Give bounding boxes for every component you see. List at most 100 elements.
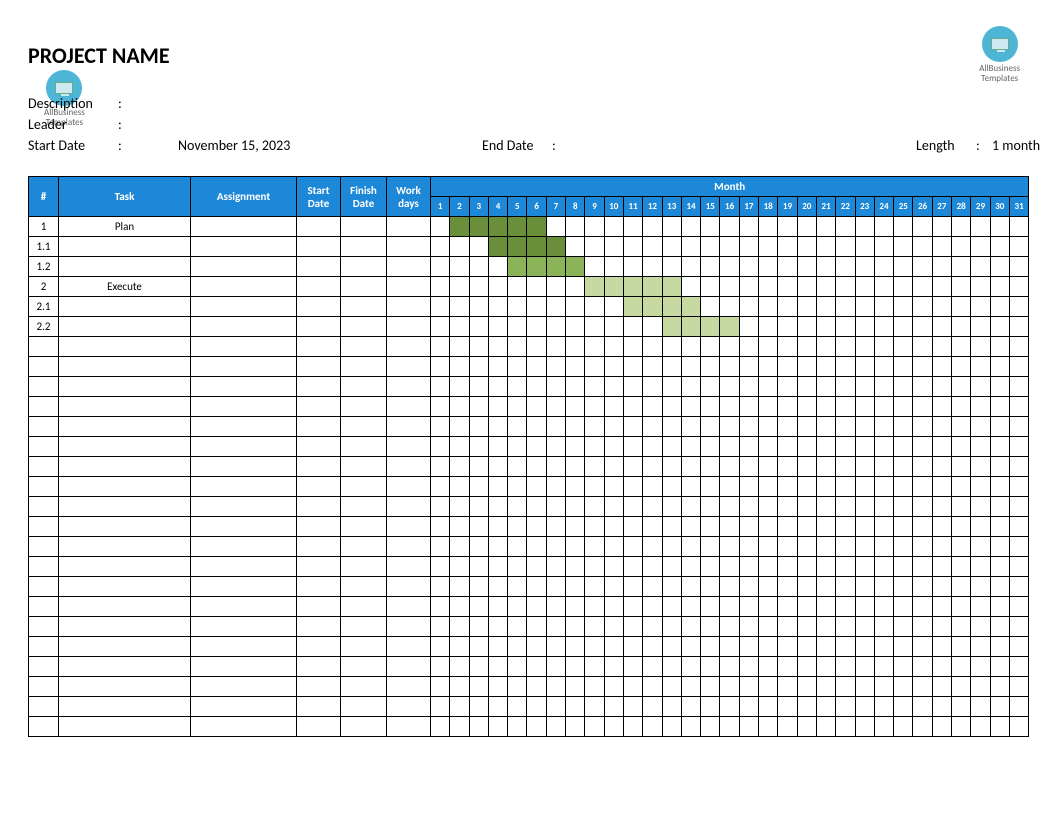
row-id[interactable] — [29, 537, 59, 557]
gantt-cell[interactable] — [450, 597, 469, 617]
row-start[interactable] — [297, 277, 341, 297]
gantt-cell[interactable] — [585, 317, 604, 337]
gantt-cell[interactable] — [527, 357, 546, 377]
gantt-cell[interactable] — [546, 497, 565, 517]
gantt-cell[interactable] — [469, 237, 488, 257]
gantt-cell[interactable] — [932, 437, 951, 457]
gantt-cell[interactable] — [816, 297, 835, 317]
row-task[interactable] — [59, 297, 191, 317]
gantt-cell[interactable] — [623, 357, 642, 377]
gantt-cell[interactable] — [739, 477, 758, 497]
gantt-cell[interactable] — [932, 277, 951, 297]
gantt-cell[interactable] — [1009, 577, 1028, 597]
gantt-cell[interactable] — [874, 317, 893, 337]
gantt-cell[interactable] — [894, 477, 913, 497]
row-start[interactable] — [297, 297, 341, 317]
gantt-cell[interactable] — [990, 317, 1009, 337]
gantt-cell[interactable] — [894, 297, 913, 317]
row-id[interactable]: 1.1 — [29, 237, 59, 257]
gantt-cell[interactable] — [913, 277, 932, 297]
gantt-cell[interactable] — [836, 657, 855, 677]
gantt-cell[interactable] — [932, 537, 951, 557]
gantt-cell[interactable] — [566, 237, 585, 257]
gantt-cell[interactable] — [816, 457, 835, 477]
gantt-cell[interactable] — [566, 277, 585, 297]
gantt-cell[interactable] — [816, 377, 835, 397]
gantt-cell[interactable] — [585, 277, 604, 297]
gantt-cell[interactable] — [797, 597, 816, 617]
row-workdays[interactable] — [387, 277, 431, 297]
gantt-cell[interactable] — [546, 477, 565, 497]
gantt-cell[interactable] — [681, 637, 700, 657]
gantt-cell[interactable] — [990, 437, 1009, 457]
gantt-cell[interactable] — [1009, 477, 1028, 497]
gantt-cell[interactable] — [527, 317, 546, 337]
gantt-cell[interactable] — [469, 337, 488, 357]
gantt-cell[interactable] — [1009, 297, 1028, 317]
gantt-cell[interactable] — [836, 697, 855, 717]
gantt-cell[interactable] — [681, 617, 700, 637]
gantt-cell[interactable] — [894, 217, 913, 237]
gantt-cell[interactable] — [797, 377, 816, 397]
gantt-cell[interactable] — [971, 317, 990, 337]
gantt-cell[interactable] — [701, 217, 720, 237]
gantt-cell[interactable] — [855, 537, 874, 557]
gantt-cell[interactable] — [855, 617, 874, 637]
gantt-cell[interactable] — [662, 357, 681, 377]
gantt-cell[interactable] — [701, 657, 720, 677]
gantt-cell[interactable] — [469, 577, 488, 597]
gantt-cell[interactable] — [739, 417, 758, 437]
gantt-cell[interactable] — [836, 477, 855, 497]
gantt-cell[interactable] — [450, 517, 469, 537]
gantt-cell[interactable] — [701, 417, 720, 437]
gantt-cell[interactable] — [739, 617, 758, 637]
row-start[interactable] — [297, 537, 341, 557]
row-workdays[interactable] — [387, 677, 431, 697]
row-assignment[interactable] — [191, 437, 297, 457]
gantt-cell[interactable] — [759, 677, 778, 697]
gantt-cell[interactable] — [932, 377, 951, 397]
gantt-cell[interactable] — [913, 357, 932, 377]
gantt-cell[interactable] — [488, 697, 507, 717]
gantt-cell[interactable] — [527, 237, 546, 257]
gantt-cell[interactable] — [778, 617, 797, 637]
row-assignment[interactable] — [191, 457, 297, 477]
row-task[interactable] — [59, 597, 191, 617]
gantt-cell[interactable] — [778, 257, 797, 277]
gantt-cell[interactable] — [681, 217, 700, 237]
gantt-cell[interactable] — [874, 257, 893, 277]
gantt-cell[interactable] — [836, 717, 855, 737]
gantt-cell[interactable] — [643, 477, 662, 497]
gantt-cell[interactable] — [816, 557, 835, 577]
row-id[interactable] — [29, 577, 59, 597]
row-task[interactable] — [59, 617, 191, 637]
gantt-cell[interactable] — [681, 257, 700, 277]
gantt-cell[interactable] — [508, 357, 527, 377]
gantt-cell[interactable] — [469, 477, 488, 497]
gantt-cell[interactable] — [643, 597, 662, 617]
gantt-cell[interactable] — [778, 437, 797, 457]
gantt-cell[interactable] — [1009, 597, 1028, 617]
gantt-cell[interactable] — [913, 317, 932, 337]
gantt-cell[interactable] — [604, 237, 623, 257]
row-assignment[interactable] — [191, 357, 297, 377]
gantt-cell[interactable] — [894, 397, 913, 417]
gantt-cell[interactable] — [527, 637, 546, 657]
gantt-cell[interactable] — [720, 637, 739, 657]
gantt-cell[interactable] — [778, 377, 797, 397]
gantt-cell[interactable] — [952, 437, 971, 457]
gantt-cell[interactable] — [894, 717, 913, 737]
gantt-cell[interactable] — [720, 477, 739, 497]
gantt-cell[interactable] — [932, 577, 951, 597]
gantt-cell[interactable] — [681, 697, 700, 717]
gantt-cell[interactable] — [855, 717, 874, 737]
gantt-cell[interactable] — [874, 217, 893, 237]
gantt-cell[interactable] — [1009, 417, 1028, 437]
row-start[interactable] — [297, 317, 341, 337]
gantt-cell[interactable] — [739, 357, 758, 377]
gantt-cell[interactable] — [488, 477, 507, 497]
gantt-cell[interactable] — [546, 317, 565, 337]
row-task[interactable] — [59, 437, 191, 457]
gantt-cell[interactable] — [604, 457, 623, 477]
gantt-cell[interactable] — [450, 637, 469, 657]
